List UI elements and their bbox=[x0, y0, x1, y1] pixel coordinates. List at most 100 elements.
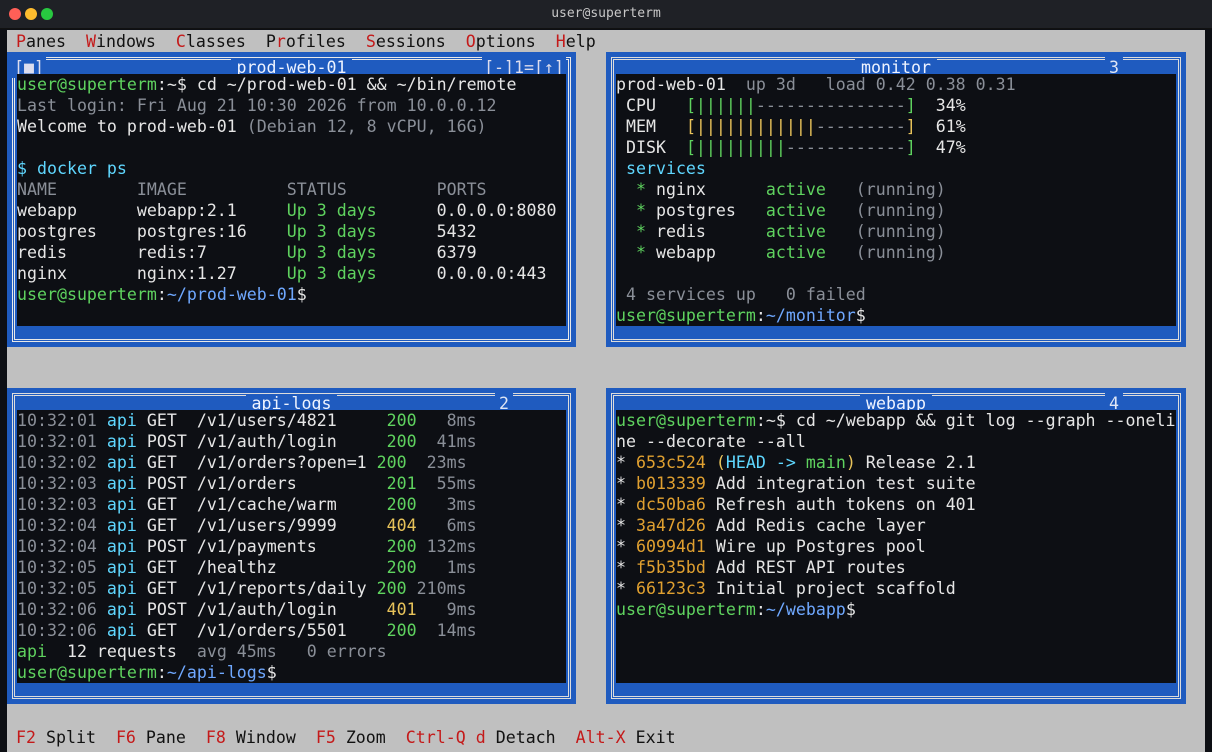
menu-item-classes[interactable]: Classes bbox=[176, 31, 246, 52]
terminal-text: Add Redis cache layer bbox=[705, 516, 926, 535]
terminal-text: 200 bbox=[386, 495, 417, 514]
terminal-text: Initial project scaffold bbox=[705, 579, 956, 598]
terminal-text: ] bbox=[905, 96, 916, 115]
terminal-text: Up 3 days bbox=[286, 264, 377, 283]
terminal-text: user@superterm bbox=[616, 306, 756, 325]
terminal-text: MEM bbox=[616, 117, 686, 136]
menu-item-label: elp bbox=[565, 32, 596, 51]
terminal-text: $ bbox=[845, 600, 856, 619]
menu-item-label: anes bbox=[26, 32, 66, 51]
menu-item-panes[interactable]: Panes bbox=[16, 31, 66, 52]
terminal-text: (running) bbox=[825, 201, 946, 220]
menu-item-help[interactable]: Help bbox=[556, 31, 596, 52]
terminal-text: POST /v1/payments bbox=[146, 537, 387, 556]
menu-hotkey-letter: W bbox=[85, 32, 96, 51]
terminal-text: 404 bbox=[386, 516, 417, 535]
menu-item-prefix: P bbox=[265, 32, 276, 51]
terminal-text: 210ms bbox=[406, 579, 467, 598]
pane-webapp[interactable]: webapp 4 user@superterm:~$ cd ~/webapp &… bbox=[606, 388, 1186, 704]
terminal-text: 10:32:03 bbox=[17, 474, 107, 493]
terminal-text: api bbox=[106, 516, 147, 535]
terminal-text: [||||||||| bbox=[685, 138, 786, 157]
terminal-text: 34% bbox=[915, 96, 966, 115]
pane-content[interactable]: user@superterm:~$ cd ~/webapp && git log… bbox=[616, 410, 1176, 683]
terminal-text: * bbox=[616, 558, 636, 577]
menu-hotkey-letter: H bbox=[555, 32, 566, 51]
terminal-text: 10:32:01 bbox=[17, 432, 107, 451]
shortcut-exit[interactable]: Alt-X Exit bbox=[576, 727, 676, 748]
shortcut-pane[interactable]: F6 Pane bbox=[116, 727, 186, 748]
terminal-text: api bbox=[106, 474, 147, 493]
terminal-text: 200 bbox=[386, 558, 417, 577]
terminal-text: 10:32:05 bbox=[17, 579, 107, 598]
shortcut-key: F5 bbox=[315, 728, 336, 747]
terminal-text: user@superterm bbox=[616, 411, 756, 430]
terminal-text: --------------- bbox=[755, 96, 906, 115]
terminal-text: 10:32:05 bbox=[17, 558, 107, 577]
terminal-text: ------------ bbox=[785, 138, 906, 157]
terminal-line: * webapp active (running) bbox=[616, 242, 1176, 263]
menu-item-profiles[interactable]: Profiles bbox=[266, 31, 346, 52]
pane-monitor[interactable]: monitor 3 prod-web-01 up 3d load 0.42 0.… bbox=[606, 52, 1186, 347]
terminal-text: api bbox=[106, 621, 147, 640]
pane-content[interactable]: 10:32:01 api GET /v1/users/4821 200 8ms 1… bbox=[17, 410, 566, 683]
shortcut-detach[interactable]: Ctrl-Q d Detach bbox=[406, 727, 556, 748]
terminal-text: 0.0.0.0:8080 bbox=[376, 201, 557, 220]
terminal-line: services bbox=[616, 158, 1176, 179]
menu-hotkey-letter: C bbox=[175, 32, 186, 51]
terminal-text: :~$ cd ~/prod-web-01 && ~/bin/remote bbox=[156, 75, 517, 94]
menu-item-sessions[interactable]: Sessions bbox=[366, 31, 446, 52]
terminal-text: * bbox=[616, 537, 636, 556]
terminal-text: POST /v1/orders bbox=[146, 474, 387, 493]
terminal-text: 9ms bbox=[416, 600, 477, 619]
terminal-text: * bbox=[616, 579, 636, 598]
terminal-text: 200 bbox=[386, 621, 417, 640]
terminal-text: $ bbox=[855, 306, 866, 325]
terminal-text: GET /healthz bbox=[146, 558, 387, 577]
terminal-line: user@superterm:~$ cd ~/prod-web-01 && ~/… bbox=[17, 74, 566, 95]
terminal-text: f5b35bd bbox=[635, 558, 706, 577]
terminal-text: * bbox=[616, 516, 636, 535]
pane-prod-web-01[interactable]: prod-web-01 [■] [-]1=[↑] user@superterm:… bbox=[7, 52, 576, 347]
terminal-line: 10:32:02 api GET /v1/orders?open=1 200 2… bbox=[17, 452, 566, 473]
terminal-text: (running) bbox=[825, 243, 946, 262]
menu-item-windows[interactable]: Windows bbox=[86, 31, 156, 52]
terminal-text: * bbox=[616, 180, 656, 199]
terminal-line: Last login: Fri Aug 21 10:30 2026 from 1… bbox=[17, 95, 566, 116]
shortcut-split[interactable]: F2 Split bbox=[16, 727, 96, 748]
terminal-screen: Panes Windows Classes Profiles Sessions Optio… bbox=[7, 30, 1205, 752]
shortcut-window[interactable]: F8 Window bbox=[206, 727, 296, 748]
terminal-text: 10:32:04 bbox=[17, 516, 107, 535]
pane-api-logs[interactable]: api-logs 2 10:32:01 api GET /v1/users/48… bbox=[7, 388, 576, 704]
terminal-line: user@superterm:~/api-logs$ bbox=[17, 662, 566, 683]
terminal-line: 10:32:04 api GET /v1/users/9999 404 6ms bbox=[17, 515, 566, 536]
terminal-text: * bbox=[616, 201, 656, 220]
terminal-line: MEM [||||||||||||---------] 61% bbox=[616, 116, 1176, 137]
shortcut-key: F2 bbox=[16, 728, 36, 747]
pane-content[interactable]: user@superterm:~$ cd ~/prod-web-01 && ~/… bbox=[17, 74, 566, 326]
terminal-text: Up 3 days bbox=[286, 201, 377, 220]
menu-item-options[interactable]: Options bbox=[466, 31, 536, 52]
terminal-text: 23ms bbox=[406, 453, 467, 472]
terminal-line: user@superterm:~$ cd ~/webapp && git log… bbox=[616, 410, 1176, 431]
shortcut-zoom[interactable]: F5 Zoom bbox=[316, 727, 386, 748]
terminal-line: 10:32:03 api POST /v1/orders 201 55ms bbox=[17, 473, 566, 494]
terminal-line: 10:32:05 api GET /v1/reports/daily 200 2… bbox=[17, 578, 566, 599]
window-titlebar: user@superterm bbox=[0, 0, 1212, 29]
terminal-text: main bbox=[805, 453, 846, 472]
terminal-text: api bbox=[106, 495, 147, 514]
terminal-line: webapp webapp:2.1 Up 3 days 0.0.0.0:8080 bbox=[17, 200, 566, 221]
terminal-text: [|||||||||||| bbox=[685, 117, 816, 136]
terminal-line: NAME IMAGE STATUS PORTS bbox=[17, 179, 566, 200]
terminal-line: 10:32:06 api POST /v1/auth/login 401 9ms bbox=[17, 599, 566, 620]
terminal-text: 12 requests bbox=[46, 642, 197, 661]
pane-content[interactable]: prod-web-01 up 3d load 0.42 0.38 0.31 CP… bbox=[616, 74, 1176, 326]
terminal-text: GET /v1/orders?open=1 bbox=[146, 453, 377, 472]
terminal-line: * dc50ba6 Refresh auth tokens on 401 bbox=[616, 494, 1176, 515]
terminal-line: Welcome to prod-web-01 (Debian 12, 8 vCP… bbox=[17, 116, 566, 137]
terminal-text: 200 bbox=[386, 432, 417, 451]
terminal-line: 10:32:03 api GET /v1/cache/warm 200 3ms bbox=[17, 494, 566, 515]
terminal-text: * bbox=[616, 453, 636, 472]
terminal-text: nginx bbox=[655, 180, 766, 199]
